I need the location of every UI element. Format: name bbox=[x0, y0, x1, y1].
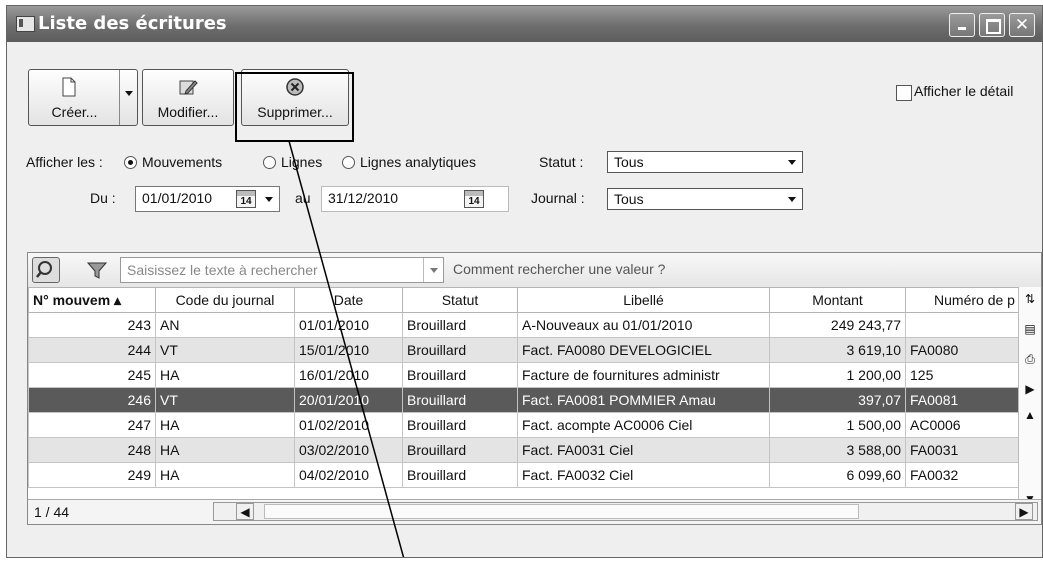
annotation-pointer-line bbox=[288, 140, 405, 557]
entries-window: Liste des écritures ✕ Créer... Modifier.… bbox=[6, 5, 1043, 558]
